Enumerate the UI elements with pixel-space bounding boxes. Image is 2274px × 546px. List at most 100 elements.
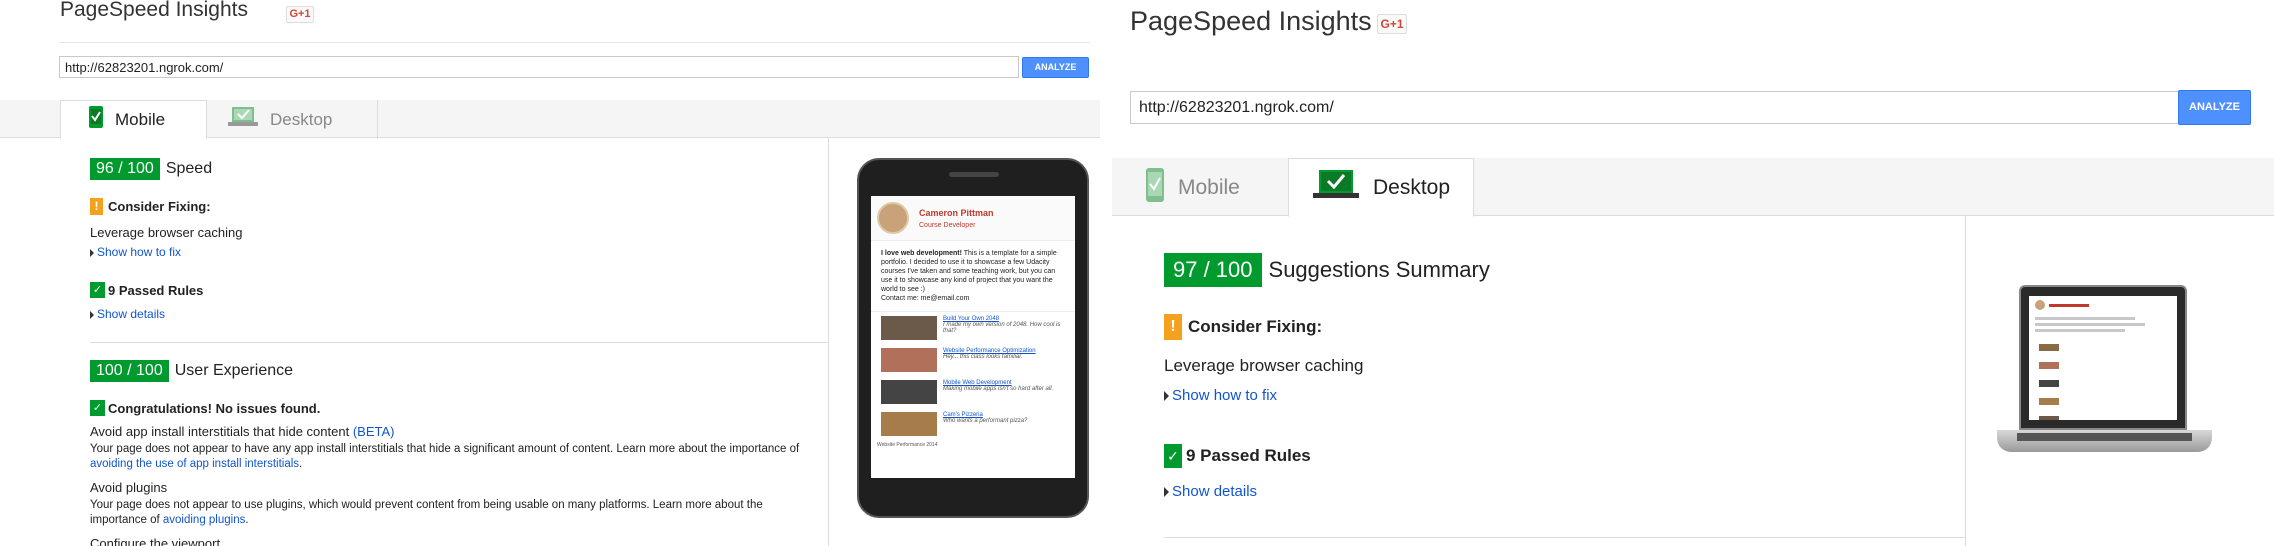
show-details-link[interactable]: Show details <box>1164 483 1257 500</box>
laptop-screen <box>2029 296 2177 420</box>
tab-mobile[interactable]: Mobile <box>1122 158 1282 217</box>
preview-project: Cam's Pizzeria Who wants a performant piz… <box>871 408 1075 440</box>
app-title: PageSpeed Insights <box>1130 6 1372 36</box>
project-thumbnail <box>881 380 937 404</box>
interstitials-link[interactable]: avoiding the use of app install intersti… <box>90 458 299 470</box>
preview-project-list <box>2029 338 2177 420</box>
tab-mobile-label: Mobile <box>115 109 166 129</box>
laptop-check-icon <box>228 107 258 132</box>
preview-project: Website Performance Optimization Hey... t… <box>871 344 1075 376</box>
ux-score-row: 100 / 100 User Experience <box>90 360 293 382</box>
phone-screen: Cameron Pittman Course Developer I love … <box>871 196 1075 478</box>
mobile-report-panel: PageSpeed Insights G+1 ANALYZE Mobile De… <box>0 0 1100 546</box>
summary-label: Suggestions Summary <box>1268 257 1490 282</box>
analyze-button[interactable]: ANALYZE <box>1022 57 1089 78</box>
desktop-report-panel: PageSpeed Insights G+1 ANALYZE Mobile De… <box>1112 0 2274 546</box>
google-plus-button[interactable]: G+1 <box>286 6 314 23</box>
show-how-to-fix-link[interactable]: Show how to fix <box>1164 387 1277 404</box>
ux-item-title: Avoid plugins <box>90 480 168 495</box>
content-divider <box>828 138 829 546</box>
rule-name: Leverage browser caching <box>1164 356 1364 375</box>
ux-item-title: Configure the viewport <box>90 536 221 546</box>
url-input[interactable] <box>1130 91 2185 124</box>
check-icon: ✓ <box>90 282 105 298</box>
speed-score-row: 96 / 100 Speed <box>90 158 212 180</box>
consider-fixing-label: Consider Fixing: <box>1188 317 1323 336</box>
section-divider <box>1164 537 1965 538</box>
preview-name: Cameron Pittman <box>919 207 994 218</box>
preview-header: Cameron Pittman Course Developer <box>871 196 1075 241</box>
app-title: PageSpeed Insights <box>60 0 248 21</box>
tab-strip <box>1112 158 2274 216</box>
section-divider <box>90 342 828 343</box>
project-thumbnail <box>881 348 937 372</box>
mobile-screenshot-preview: Cameron Pittman Course Developer I love … <box>857 158 1089 518</box>
analyze-button[interactable]: ANALYZE <box>2178 90 2251 125</box>
show-how-to-fix-label[interactable]: Show how to fix <box>1172 387 1277 404</box>
preview-text-line <box>2035 329 2125 332</box>
passed-rules-heading: ✓ 9 Passed Rules <box>1164 444 1311 468</box>
phone-check-icon <box>1146 167 1164 208</box>
ux-label: User Experience <box>174 362 294 379</box>
show-details-link[interactable]: Show details <box>90 307 165 321</box>
caret-right-icon <box>90 248 94 257</box>
rule-name: Leverage browser caching <box>90 225 243 240</box>
avatar <box>2035 300 2045 310</box>
content-divider <box>1965 216 1966 546</box>
preview-project: Mobile Web Development Making mobile apps… <box>871 376 1075 408</box>
plugins-link[interactable]: avoiding plugins <box>163 514 245 526</box>
desktop-screenshot-preview <box>1997 285 2212 485</box>
title-divider <box>60 42 1090 43</box>
check-icon: ✓ <box>1164 444 1182 468</box>
warning-icon: ! <box>1164 314 1182 340</box>
summary-score-row: 97 / 100 Suggestions Summary <box>1164 253 1490 287</box>
preview-project: Build Your Own 2048 I made my own version… <box>871 312 1075 344</box>
tab-mobile[interactable]: Mobile <box>60 100 207 139</box>
tab-desktop[interactable]: Desktop <box>1288 158 1474 217</box>
beta-link[interactable]: (BETA) <box>353 424 395 439</box>
speed-label: Speed <box>165 160 213 177</box>
preview-footer: Website Performance 2014 <box>877 442 938 448</box>
tab-desktop[interactable]: Desktop <box>210 100 378 139</box>
project-thumbnail <box>2039 416 2059 420</box>
laptop-check-icon <box>1313 169 1359 206</box>
url-input[interactable] <box>59 56 1019 78</box>
google-plus-button[interactable]: G+1 <box>1377 14 1407 34</box>
check-icon: ✓ <box>90 400 105 416</box>
show-details-label[interactable]: Show details <box>97 307 165 321</box>
laptop-keyboard <box>2017 433 2192 441</box>
caret-right-icon <box>1164 487 1169 498</box>
warning-icon: ! <box>90 198 103 215</box>
project-thumbnail <box>881 412 937 436</box>
phone-speaker <box>949 172 999 177</box>
phone-check-icon <box>89 106 103 133</box>
ux-item-desc: Your page does not appear to use plugins… <box>90 499 763 526</box>
avatar <box>877 202 909 234</box>
preview-role: Course Developer <box>919 221 976 229</box>
preview-intro: I love web development! This is a templa… <box>871 241 1075 312</box>
ux-item-desc: Your page does not appear to have any ap… <box>90 443 800 470</box>
ux-score-badge: 100 / 100 <box>90 360 169 382</box>
show-how-to-fix-link[interactable]: Show how to fix <box>90 245 181 259</box>
consider-fixing-label: Consider Fixing: <box>108 199 211 214</box>
congrats-label: Congratulations! No issues found. <box>108 400 321 416</box>
tab-desktop-label: Desktop <box>270 109 333 129</box>
project-thumbnail <box>2039 362 2059 369</box>
passed-rules-label: 9 Passed Rules <box>1186 446 1311 465</box>
project-thumbnail <box>2039 380 2059 387</box>
consider-fixing-heading: ! Consider Fixing: <box>1164 314 1322 340</box>
ux-item-title: Avoid app install interstitials that hid… <box>90 424 395 439</box>
tab-mobile-label: Mobile <box>1178 175 1240 199</box>
show-details-label[interactable]: Show details <box>1172 483 1257 500</box>
project-thumbnail <box>2039 398 2059 405</box>
consider-fixing-heading: ! Consider Fixing: <box>90 198 211 215</box>
summary-score-badge: 97 / 100 <box>1164 253 1262 287</box>
project-thumbnail <box>2039 344 2059 351</box>
speed-score-badge: 96 / 100 <box>90 158 160 180</box>
passed-rules-heading: ✓ 9 Passed Rules <box>90 282 203 298</box>
project-thumbnail <box>881 316 937 340</box>
preview-name-line <box>2049 303 2089 307</box>
show-how-to-fix-label[interactable]: Show how to fix <box>97 245 181 259</box>
passed-rules-label: 9 Passed Rules <box>108 282 204 298</box>
preview-header <box>2029 296 2177 314</box>
